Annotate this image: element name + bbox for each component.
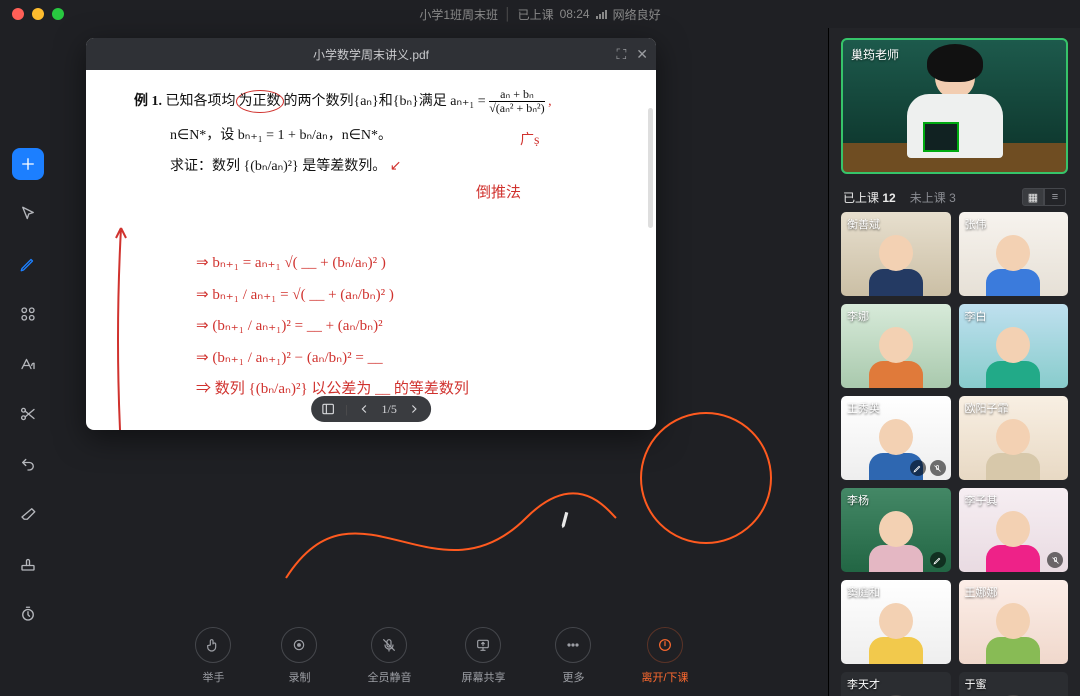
class-name: 小学1班周末班 [419,6,498,23]
student-tile[interactable]: 李白 [959,304,1069,388]
left-toolbar [0,28,56,696]
pen-badge-icon [930,552,946,568]
student-tile[interactable]: 李娜 [841,304,951,388]
student-grid[interactable]: 衡善斌张伟李娜李白王秀英欧阳子霏李杨李子其窦庭和王娜娜李天才于蜜 [829,212,1080,696]
student-avatar [857,229,934,296]
student-tile[interactable]: 李子其 [959,488,1069,572]
student-avatar [975,321,1052,388]
timer-tool[interactable] [12,598,44,630]
student-tile[interactable]: 王娜娜 [959,580,1069,664]
freehand-stroke [276,408,816,608]
student-tile[interactable]: 衡善斌 [841,212,951,296]
signal-icon [596,9,607,19]
text-tool[interactable] [12,348,44,380]
problem-number: 例 1. [134,94,162,109]
student-avatar [975,597,1052,664]
mute-all-button[interactable]: 全员静音 [367,627,411,685]
tab-absent[interactable]: 未上课 3 [910,189,956,206]
scrollbar[interactable] [648,108,653,228]
document-title: 小学数学周末讲义.pdf [313,46,429,63]
participants-panel: 巢筠老师 已上课 12 未上课 3 ▦ ≡ 衡善斌张伟李娜李白王秀英欧阳子霏李杨… [828,28,1080,696]
eraser-tool[interactable] [12,498,44,530]
student-avatar [857,597,934,664]
document-titlebar[interactable]: 小学数学周末讲义.pdf ⛶ ✕ [86,38,656,70]
teacher-avatar [900,54,1010,172]
minimize-window-icon[interactable] [32,8,44,20]
circled-text: 为正数 [236,90,284,113]
titlebar: 小学1班周末班 │ 已上课 08:24 网络良好 [0,0,1080,28]
view-switch[interactable]: ▦ ≡ [1022,188,1066,206]
student-avatar [975,689,1052,696]
student-avatar [975,229,1052,296]
class-elapsed: 08:24 [560,7,590,21]
teacher-video[interactable]: 巢筠老师 [841,38,1068,174]
student-tile[interactable]: 张伟 [959,212,1069,296]
more-button[interactable]: 更多 [555,627,591,685]
teacher-name: 巢筠老师 [851,46,899,63]
student-tile[interactable]: 窦庭和 [841,580,951,664]
student-tile[interactable]: 李杨 [841,488,951,572]
divider: │ [504,7,512,21]
bottom-bar: 举手 录制 全员静音 屏幕共享 更多 离开/下课 [56,616,828,696]
shapes-tool[interactable] [12,298,44,330]
annotation-underfrac: 广ṣ [520,130,539,151]
class-status: 已上课 [518,6,554,23]
pointer-tool[interactable] [12,198,44,230]
document-body: 例 1. 已知各项均为正数的两个数列{aₙ}和{bₙ}满足 aₙ₊₁ = aₙ … [86,70,656,430]
close-window-icon[interactable] [12,8,24,20]
scissors-tool[interactable] [12,398,44,430]
pen-badge-icon [910,460,926,476]
mic-muted-badge-icon [1047,552,1063,568]
list-view-icon[interactable]: ≡ [1044,188,1066,206]
share-screen-button[interactable]: 屏幕共享 [461,627,505,685]
student-avatar [975,505,1052,572]
network-status: 网络良好 [613,6,661,23]
annotation-arrow [112,220,130,430]
grid-view-icon[interactable]: ▦ [1022,188,1044,206]
student-tile[interactable]: 王秀英 [841,396,951,480]
stamp-tool[interactable] [12,548,44,580]
annotation-work: bₙ₊₁ = aₙ₊₁ √( __ + (bₙ/aₙ)² ) bₙ₊₁ / aₙ… [196,248,638,406]
student-avatar [857,321,934,388]
record-button[interactable]: 录制 [281,627,317,685]
student-avatar [857,505,934,572]
add-button[interactable] [12,148,44,180]
annotation-hint: 倒推法 [476,182,521,205]
undo-tool[interactable] [12,448,44,480]
participant-tabs: 已上课 12 未上课 3 ▦ ≡ [829,182,1080,212]
mic-muted-badge-icon [930,460,946,476]
student-avatar [857,689,934,696]
close-icon[interactable]: ✕ [636,46,648,63]
fullscreen-window-icon[interactable] [52,8,64,20]
document-viewer[interactable]: 小学数学周末讲义.pdf ⛶ ✕ 例 1. 已知各项均为正数的两个数列{aₙ}和… [86,38,656,430]
pen-tool[interactable] [12,248,44,280]
whiteboard-stage[interactable]: 小学数学周末讲义.pdf ⛶ ✕ 例 1. 已知各项均为正数的两个数列{aₙ}和… [56,28,828,696]
leave-class-button[interactable]: 离开/下课 [641,627,688,685]
raise-hand-button[interactable]: 举手 [195,627,231,685]
student-avatar [975,413,1052,480]
tab-present[interactable]: 已上课 12 [843,189,896,206]
expand-icon[interactable]: ⛶ [616,46,626,63]
student-tile[interactable]: 李天才 [841,672,951,696]
student-tile[interactable]: 于蜜 [959,672,1069,696]
student-tile[interactable]: 欧阳子霏 [959,396,1069,480]
window-controls [12,8,64,20]
